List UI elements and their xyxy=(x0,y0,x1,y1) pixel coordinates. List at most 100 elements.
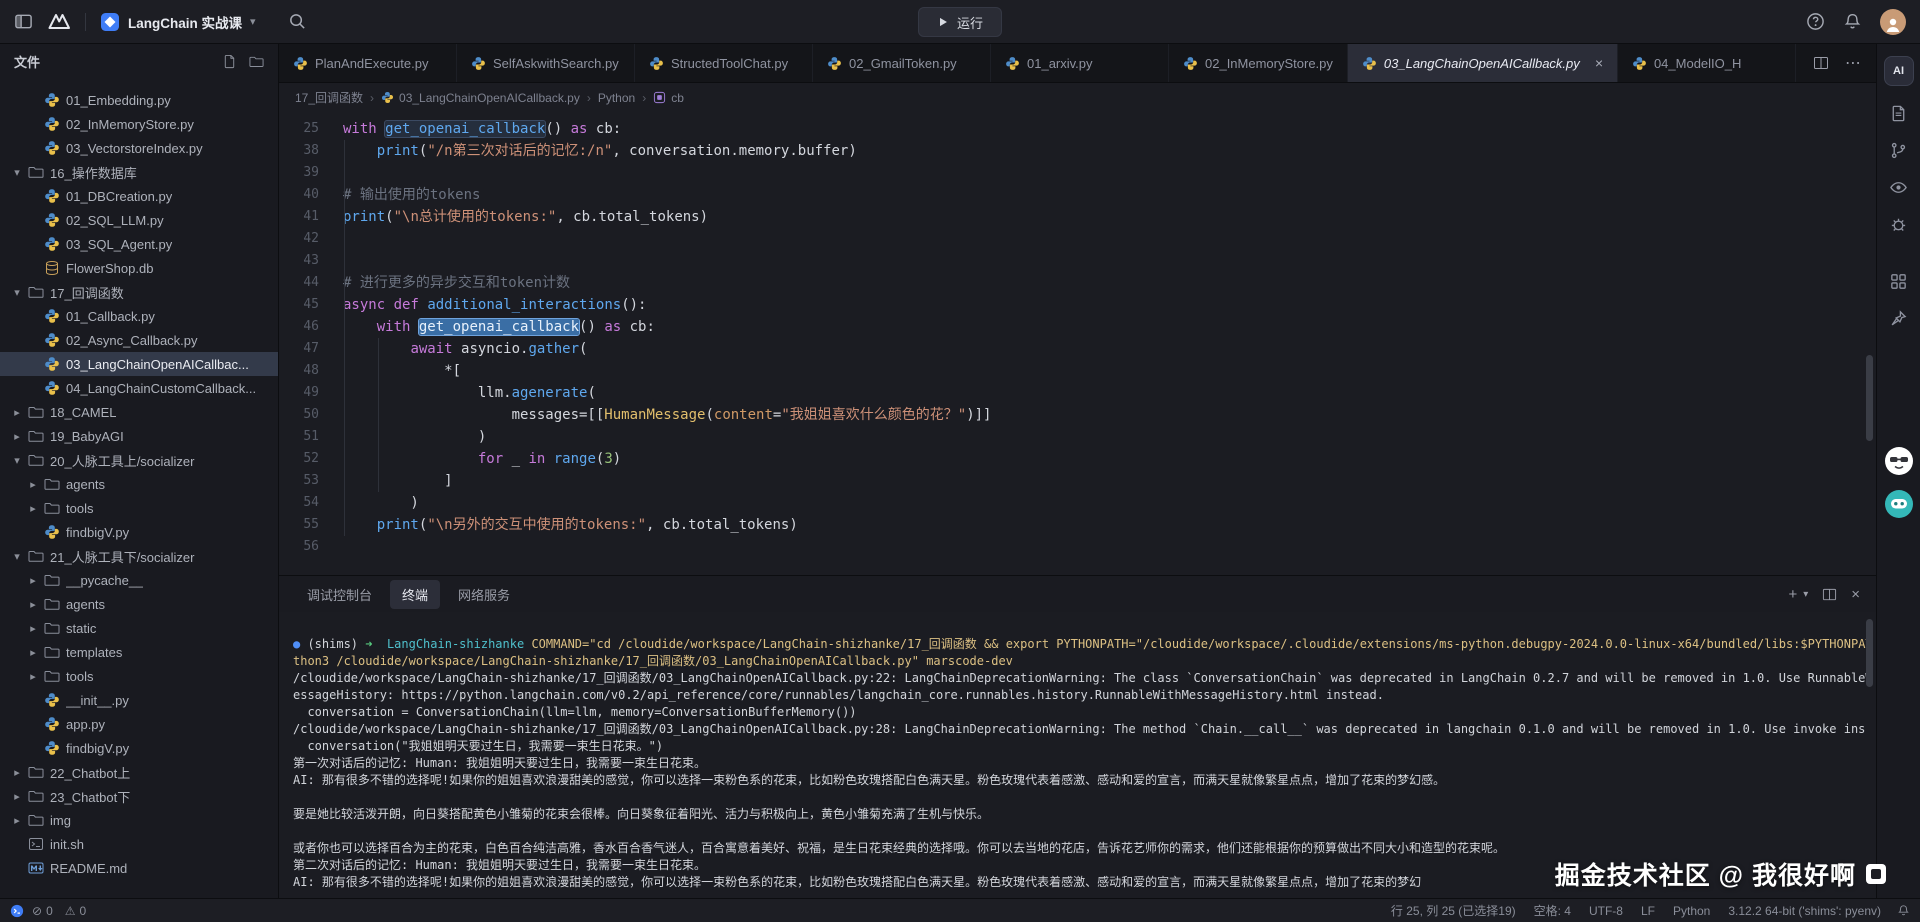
python-interpreter[interactable]: 3.12.2 64-bit ('shims': pyenv) xyxy=(1728,904,1881,918)
breadcrumb-item[interactable]: Python xyxy=(598,91,635,105)
line-number: 50 xyxy=(279,404,319,426)
tree-file[interactable]: FlowerShop.db xyxy=(0,256,278,280)
tree-folder[interactable]: ▸19_BabyAGI xyxy=(0,424,278,448)
new-file-icon[interactable] xyxy=(222,54,237,69)
warnings[interactable]: ⚠0 xyxy=(65,904,86,918)
tree-folder[interactable]: ▸tools xyxy=(0,496,278,520)
editor-tab[interactable]: 03_LangChainOpenAICallback.py× xyxy=(1348,44,1618,82)
tree-file[interactable]: 01_Callback.py xyxy=(0,304,278,328)
tree-file[interactable]: app.py xyxy=(0,712,278,736)
terminal-output[interactable]: ● (shims) ➜ LangChain-shizhanke COMMAND=… xyxy=(279,612,1876,891)
tree-file[interactable]: README.md xyxy=(0,856,278,880)
user-avatar[interactable] xyxy=(1880,9,1906,35)
breadcrumb-item[interactable]: 03_LangChainOpenAICallback.py xyxy=(381,91,580,105)
new-folder-icon[interactable] xyxy=(249,54,264,69)
tree-item-label: 01_Embedding.py xyxy=(66,93,171,108)
breadcrumb-label: 03_LangChainOpenAICallback.py xyxy=(399,91,580,105)
tree-folder[interactable]: ▸tools xyxy=(0,664,278,688)
editor-scrollbar[interactable] xyxy=(1866,355,1873,441)
terminal-dropdown-icon[interactable]: ▾ xyxy=(1803,589,1808,600)
code-line: 39 xyxy=(279,162,1876,184)
tree-file[interactable]: 01_DBCreation.py xyxy=(0,184,278,208)
file-icon xyxy=(44,356,60,372)
notifications-bell-icon[interactable] xyxy=(1843,12,1862,31)
tree-file[interactable]: 03_VectorstoreIndex.py xyxy=(0,136,278,160)
tree-folder[interactable]: ▸static xyxy=(0,616,278,640)
statusbar-bell-icon[interactable] xyxy=(1897,904,1910,917)
terminal-line: conversation("我姐姐明天要过生日，我需要一束生日花束。") xyxy=(293,738,1866,755)
tree-folder[interactable]: ▾16_操作数据库 xyxy=(0,160,278,184)
tree-file[interactable]: 02_SQL_LLM.py xyxy=(0,208,278,232)
preview-eye-icon[interactable] xyxy=(1889,178,1908,197)
ai-assistant-button[interactable]: AI xyxy=(1884,56,1914,86)
remote-indicator-icon[interactable] xyxy=(10,904,24,918)
workspace-switcher[interactable]: LangChain 实战课 ▾ xyxy=(100,12,256,32)
tree-folder[interactable]: ▸23_Chatbot下 xyxy=(0,784,278,808)
search-icon[interactable] xyxy=(288,12,307,31)
tree-file[interactable]: 04_LangChainCustomCallback... xyxy=(0,376,278,400)
breadcrumb-item[interactable]: cb xyxy=(653,91,684,105)
code-editor[interactable]: 25with get_openai_callback() as cb:38 pr… xyxy=(279,112,1876,575)
panel-tab[interactable]: 网络服务 xyxy=(446,580,522,609)
line-number: 39 xyxy=(279,162,319,184)
marscode-logo-icon[interactable] xyxy=(47,10,71,34)
pin-icon[interactable] xyxy=(1889,309,1908,328)
split-panel-icon[interactable] xyxy=(1822,587,1837,602)
tree-folder[interactable]: ▸22_Chatbot上 xyxy=(0,760,278,784)
tree-folder[interactable]: ▸18_CAMEL xyxy=(0,400,278,424)
tree-file[interactable]: 02_InMemoryStore.py xyxy=(0,112,278,136)
eol[interactable]: LF xyxy=(1641,904,1655,918)
close-panel-icon[interactable]: × xyxy=(1851,586,1860,603)
bottom-panel: 调试控制台终端网络服务 + ▾ × ● (shims) ➜ LangChain-… xyxy=(279,575,1876,898)
tree-file[interactable]: __init__.py xyxy=(0,688,278,712)
document-search-icon[interactable] xyxy=(1889,104,1908,123)
cursor-position[interactable]: 行 25, 列 25 (已选择19) xyxy=(1391,902,1516,919)
tree-folder[interactable]: ▸__pycache__ xyxy=(0,568,278,592)
sidebar-toggle-icon[interactable] xyxy=(14,12,33,31)
tree-folder[interactable]: ▸agents xyxy=(0,472,278,496)
panel-tab[interactable]: 调试控制台 xyxy=(295,580,384,609)
tree-file[interactable]: 02_Async_Callback.py xyxy=(0,328,278,352)
editor-tab[interactable]: 01_arxiv.py xyxy=(991,44,1169,82)
errors[interactable]: ⊘0 xyxy=(32,904,53,918)
terminal-line: conversation = ConversationChain(llm=llm… xyxy=(293,704,1866,721)
editor-tab[interactable]: 02_InMemoryStore.py xyxy=(1169,44,1348,82)
apps-grid-icon[interactable] xyxy=(1889,272,1908,291)
language-mode[interactable]: Python xyxy=(1673,904,1710,918)
split-editor-icon[interactable] xyxy=(1813,55,1829,71)
tree-folder[interactable]: ▾17_回调函数 xyxy=(0,280,278,304)
tree-folder[interactable]: ▾20_人脉工具上/socializer xyxy=(0,448,278,472)
run-button[interactable]: 运行 xyxy=(918,7,1002,37)
panel-tab[interactable]: 终端 xyxy=(390,580,440,609)
debug-bug-icon[interactable] xyxy=(1889,215,1908,234)
tree-item-label: app.py xyxy=(66,717,105,732)
ai-mascot-button[interactable] xyxy=(1884,489,1914,519)
tab-close-icon[interactable]: × xyxy=(1595,55,1603,71)
indentation[interactable]: 空格: 4 xyxy=(1534,902,1571,919)
tree-file[interactable]: 01_Embedding.py xyxy=(0,88,278,112)
tree-file[interactable]: 03_SQL_Agent.py xyxy=(0,232,278,256)
tree-folder[interactable]: ▸img xyxy=(0,808,278,832)
chevron-icon: ▸ xyxy=(12,814,22,827)
tree-file[interactable]: 03_LangChainOpenAICallbac... xyxy=(0,352,278,376)
tree-file[interactable]: findbigV.py xyxy=(0,520,278,544)
new-terminal-icon[interactable]: + xyxy=(1788,586,1797,603)
editor-tab[interactable]: StructedToolChat.py xyxy=(635,44,813,82)
breadcrumb-item[interactable]: 17_回调函数 xyxy=(295,89,363,106)
editor-tab[interactable]: SelfAskwithSearch.py xyxy=(457,44,635,82)
encoding[interactable]: UTF-8 xyxy=(1589,904,1623,918)
emoji-face-button[interactable] xyxy=(1884,446,1914,476)
editor-tab[interactable]: 02_GmailToken.py xyxy=(813,44,991,82)
terminal-scrollbar[interactable] xyxy=(1866,619,1873,687)
editor-tab[interactable]: PlanAndExecute.py xyxy=(279,44,457,82)
tree-folder[interactable]: ▸agents xyxy=(0,592,278,616)
more-actions-icon[interactable]: ⋯ xyxy=(1845,53,1862,73)
tree-file[interactable]: init.sh xyxy=(0,832,278,856)
tree-file[interactable]: findbigV.py xyxy=(0,736,278,760)
tree-folder[interactable]: ▾21_人脉工具下/socializer xyxy=(0,544,278,568)
editor-tabs: PlanAndExecute.pySelfAskwithSearch.pyStr… xyxy=(279,44,1796,82)
tree-folder[interactable]: ▸templates xyxy=(0,640,278,664)
editor-tab[interactable]: 04_ModelIO_H xyxy=(1618,44,1796,82)
help-icon[interactable] xyxy=(1806,12,1825,31)
git-branch-icon[interactable] xyxy=(1889,141,1908,160)
